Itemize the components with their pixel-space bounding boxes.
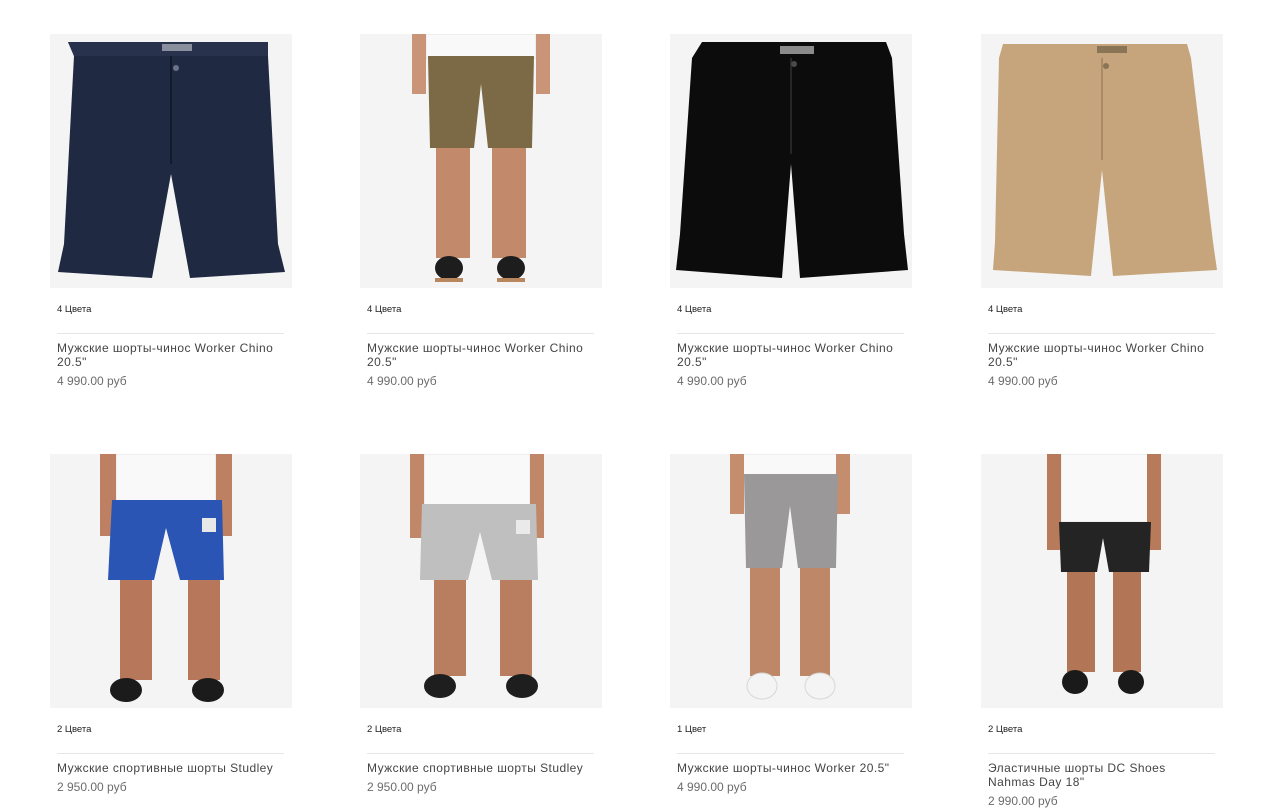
divider [57, 333, 284, 334]
product-price: 2 990.00 руб [988, 794, 1058, 808]
color-count: 4 Цвета [367, 304, 402, 315]
product-card[interactable]: 4 Цвета Мужские шорты-чинос Worker Chino… [50, 34, 292, 388]
divider [367, 333, 594, 334]
product-price: 2 950.00 руб [57, 780, 127, 794]
product-card[interactable]: 2 Цвета Мужские спортивные шорты Studley… [360, 454, 602, 794]
product-card[interactable]: 4 Цвета Мужские шорты-чинос Worker Chino… [360, 34, 602, 388]
color-count: 4 Цвета [988, 304, 1023, 315]
product-title[interactable]: Мужские шорты-чинос Worker Chino 20.5" [367, 341, 594, 369]
color-count: 2 Цвета [57, 724, 92, 735]
color-count: 4 Цвета [57, 304, 92, 315]
product-price: 4 990.00 руб [367, 374, 437, 388]
product-image[interactable] [981, 34, 1223, 288]
divider [57, 753, 284, 754]
product-card[interactable]: 2 Цвета Эластичные шорты DC Shoes Nahmas… [981, 454, 1223, 808]
product-title[interactable]: Эластичные шорты DC Shoes Nahmas Day 18" [988, 761, 1215, 789]
product-price: 4 990.00 руб [57, 374, 127, 388]
product-grid: 4 Цвета Мужские шорты-чинос Worker Chino… [0, 0, 1280, 808]
product-card[interactable]: 1 Цвет Мужские шорты-чинос Worker 20.5" … [670, 454, 912, 794]
product-image[interactable] [50, 454, 292, 708]
product-image[interactable] [360, 34, 602, 288]
color-count: 2 Цвета [367, 724, 402, 735]
color-count: 2 Цвета [988, 724, 1023, 735]
product-title[interactable]: Мужские шорты-чинос Worker 20.5" [677, 761, 904, 775]
divider [677, 753, 904, 754]
product-title[interactable]: Мужские шорты-чинос Worker Chino 20.5" [988, 341, 1215, 369]
product-title[interactable]: Мужские спортивные шорты Studley [57, 761, 284, 775]
product-price: 2 950.00 руб [367, 780, 437, 794]
product-title[interactable]: Мужские спортивные шорты Studley [367, 761, 594, 775]
product-image[interactable] [360, 454, 602, 708]
divider [367, 753, 594, 754]
product-card[interactable]: 4 Цвета Мужские шорты-чинос Worker Chino… [670, 34, 912, 388]
color-count: 1 Цвет [677, 724, 707, 735]
product-price: 4 990.00 руб [988, 374, 1058, 388]
product-card[interactable]: 2 Цвета Мужские спортивные шорты Studley… [50, 454, 292, 794]
product-image[interactable] [670, 454, 912, 708]
product-image[interactable] [670, 34, 912, 288]
product-price: 4 990.00 руб [677, 780, 747, 794]
product-price: 4 990.00 руб [677, 374, 747, 388]
product-image[interactable] [981, 454, 1223, 708]
product-card[interactable]: 4 Цвета Мужские шорты-чинос Worker Chino… [981, 34, 1223, 388]
divider [677, 333, 904, 334]
product-title[interactable]: Мужские шорты-чинос Worker Chino 20.5" [677, 341, 904, 369]
divider [988, 333, 1215, 334]
product-image[interactable] [50, 34, 292, 288]
divider [988, 753, 1215, 754]
product-title[interactable]: Мужские шорты-чинос Worker Chino 20.5" [57, 341, 284, 369]
color-count: 4 Цвета [677, 304, 712, 315]
